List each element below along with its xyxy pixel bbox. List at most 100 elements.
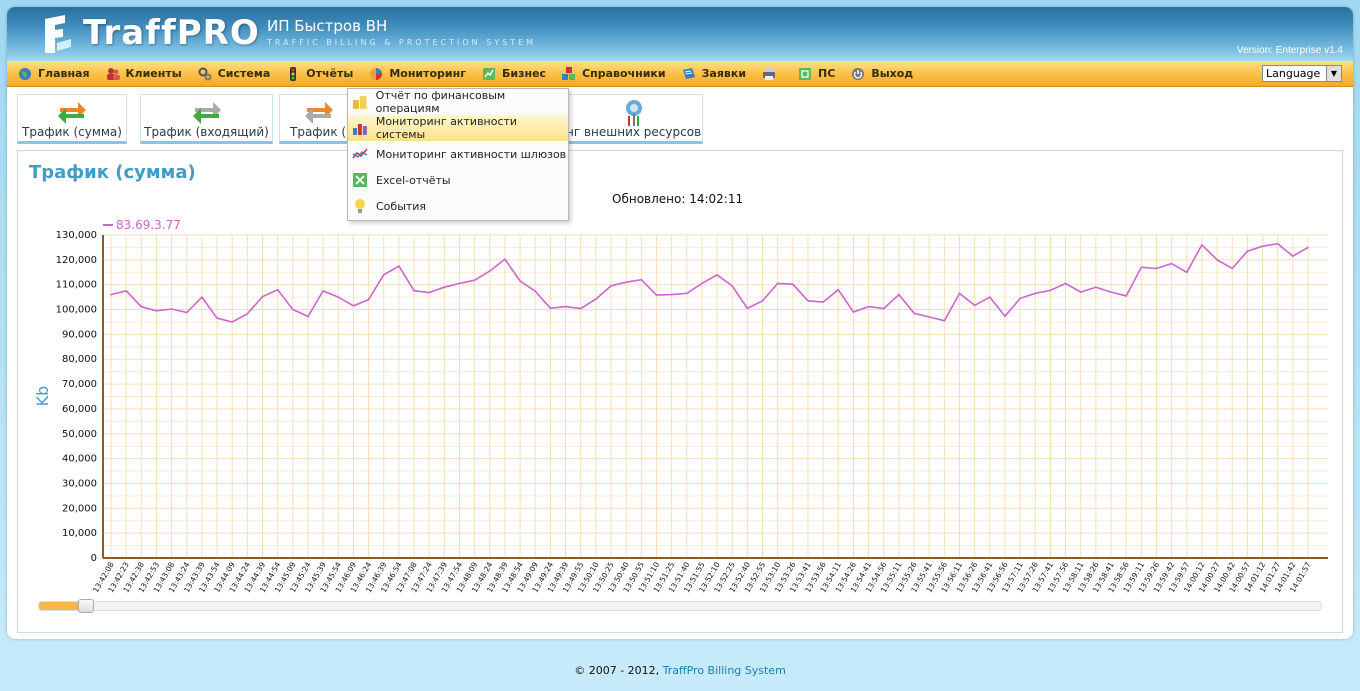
traffic-light-icon xyxy=(290,66,297,81)
menu-item-label: Заявки xyxy=(701,67,747,80)
y-tick-label: 50,000 xyxy=(62,429,97,440)
data-point xyxy=(261,295,264,298)
slider-handle[interactable] xyxy=(77,599,94,613)
data-point xyxy=(337,296,340,298)
data-point xyxy=(443,286,446,288)
data-point xyxy=(640,278,643,281)
arrows-icon xyxy=(58,102,86,124)
bulb-icon xyxy=(355,199,365,213)
data-point xyxy=(716,273,718,276)
logo-text: TraffPRO xyxy=(83,13,260,53)
dropdown-item-label: Мониторинг активности шлюзов xyxy=(376,147,567,161)
data-point xyxy=(276,288,279,291)
printer-icon xyxy=(763,67,776,80)
globe-icon xyxy=(19,67,31,80)
data-point xyxy=(1155,267,1158,270)
requests-icon xyxy=(682,67,695,79)
dropdown-item-system-activity[interactable]: Мониторинг активности системы xyxy=(348,115,568,141)
data-point xyxy=(1110,291,1112,293)
tab-external-resources[interactable]: нг внешних ресурсов xyxy=(565,94,703,144)
dropdown-item-events[interactable]: События xyxy=(348,193,568,219)
data-point xyxy=(201,296,203,298)
data-point xyxy=(761,300,764,302)
data-point xyxy=(1261,245,1264,247)
dropdown-item-excel[interactable]: Excel-отчёты xyxy=(348,167,568,193)
series-line xyxy=(110,242,1309,323)
data-point xyxy=(322,290,324,292)
data-point xyxy=(852,311,855,313)
menu-item-system[interactable]: Система xyxy=(190,61,279,87)
data-point xyxy=(1246,250,1249,252)
data-point xyxy=(685,292,688,295)
y-tick-label: 40,000 xyxy=(62,454,97,465)
dropdown-item-label: Excel-отчёты xyxy=(376,173,451,187)
arrows-out-icon xyxy=(305,102,333,124)
globe-signal-icon xyxy=(626,100,642,126)
data-point xyxy=(898,293,900,296)
data-point xyxy=(1140,266,1143,269)
data-point xyxy=(882,307,885,310)
dropdown-item-label: События xyxy=(376,199,427,213)
data-point xyxy=(1307,246,1309,249)
data-point xyxy=(216,317,218,320)
time-range-slider[interactable] xyxy=(38,599,1322,613)
tab-traffic-sum[interactable]: Трафик (сумма) xyxy=(17,94,127,144)
chart-panel: Трафик (сумма) Обновлено: 14:02:11 0 10,0… xyxy=(17,150,1343,633)
data-point xyxy=(125,290,127,292)
menu-item-requests[interactable]: Заявки xyxy=(674,61,754,87)
data-point xyxy=(519,280,521,282)
data-point xyxy=(958,292,961,295)
menu-item-references[interactable]: Справочники xyxy=(554,61,674,87)
menu-item-monitoring[interactable]: Мониторинг xyxy=(361,61,474,87)
ps-icon xyxy=(799,67,812,80)
y-tick-label: 80,000 xyxy=(62,354,97,365)
language-select[interactable]: Language ▼ xyxy=(1262,65,1342,82)
menu-item-exit[interactable]: Выход xyxy=(843,61,921,87)
menu-item-ps[interactable]: ПС xyxy=(790,61,843,87)
menu-item-printer[interactable] xyxy=(754,61,790,87)
language-select-value: Language xyxy=(1266,67,1321,80)
menu-item-label: Справочники xyxy=(582,67,666,80)
data-point xyxy=(928,316,931,318)
tab-traffic-in[interactable]: Трафик (входящий) xyxy=(140,94,273,144)
monitoring-dropdown: Отчёт по финансовым операциям Мониторинг… xyxy=(347,88,569,221)
data-point xyxy=(140,305,143,308)
data-point xyxy=(1185,271,1188,274)
data-point xyxy=(1019,297,1021,300)
y-tick-label: 0 xyxy=(91,553,97,564)
menu-item-business[interactable]: Бизнес xyxy=(474,61,554,87)
menu-item-label: Выход xyxy=(871,67,914,80)
data-point xyxy=(807,300,809,302)
data-point xyxy=(655,294,658,296)
footer-copyright: © 2007 - 2012, xyxy=(574,664,663,677)
legend-label: 83.69.3.77 xyxy=(116,218,181,232)
main-menu: Главная Клиенты Система Отчёты Мониторин… xyxy=(7,61,1353,87)
tab-label: нг внешних ресурсов xyxy=(566,125,702,139)
app-frame: TraffPRO ИП Быстров ВН TRAFFIC BILLING &… xyxy=(7,7,1353,639)
menu-item-reports[interactable]: Отчёты xyxy=(278,61,361,87)
data-point xyxy=(549,307,552,310)
gears-icon xyxy=(198,67,212,80)
dropdown-item-label: Мониторинг активности системы xyxy=(375,115,518,141)
data-point xyxy=(246,312,249,315)
org-tagline: TRAFFIC BILLING & PROTECTION SYSTEM xyxy=(267,38,537,47)
chevron-down-icon: ▼ xyxy=(1326,66,1341,81)
version-label: Version: Enterprise v1.4 xyxy=(1236,45,1343,56)
users-icon xyxy=(106,67,120,80)
footer-link[interactable]: TraffPro Billing System xyxy=(663,664,786,677)
dropdown-item-financial[interactable]: Отчёт по финансовым операциям xyxy=(348,89,568,115)
menu-item-label: ПС xyxy=(818,67,836,80)
menu-item-home[interactable]: Главная xyxy=(10,61,98,87)
menu-item-label: Отчёты xyxy=(306,67,354,80)
data-point xyxy=(170,308,173,310)
dropdown-item-gateway-activity[interactable]: Мониторинг активности шлюзов xyxy=(348,141,568,167)
data-point xyxy=(610,285,612,287)
data-point xyxy=(292,308,294,311)
data-point xyxy=(1276,242,1279,245)
y-tick-label: 100,000 xyxy=(56,305,97,316)
menu-item-clients[interactable]: Клиенты xyxy=(98,61,190,87)
data-point xyxy=(913,312,915,315)
bar-chart-icon xyxy=(352,124,367,135)
data-point xyxy=(701,282,703,285)
data-point xyxy=(1064,282,1067,285)
